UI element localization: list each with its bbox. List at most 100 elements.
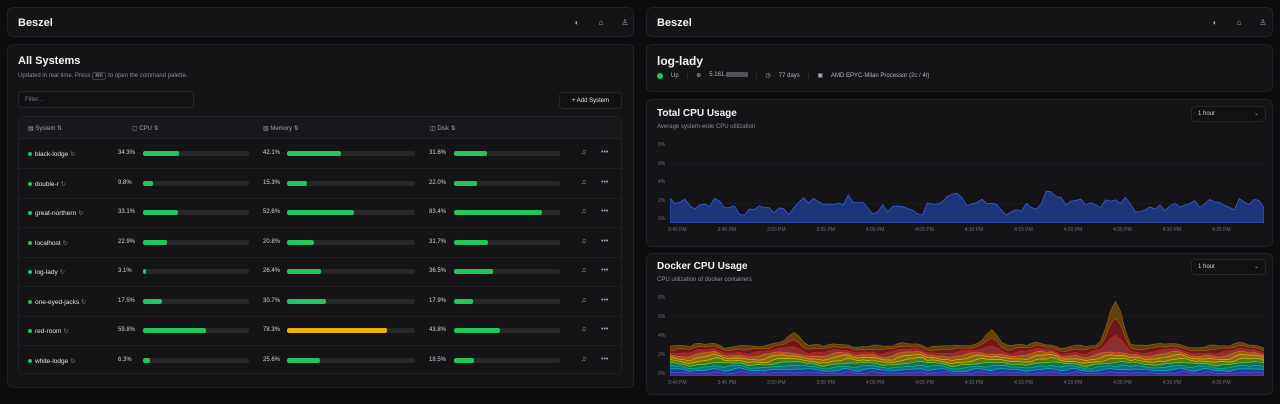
cpu-bar-fill <box>143 357 150 363</box>
system-meta: Up | ⊕ 5.161. | ◷ 77 days | ▣ AMD EPYC-M… <box>657 72 929 79</box>
bell-icon[interactable]: ♫ <box>581 149 586 156</box>
table-row[interactable]: great-northern ↻ 33.1% 52.6% 83.4% ♫ ••• <box>19 198 621 228</box>
memory-percent: 42.1% <box>263 150 281 156</box>
system-name-link[interactable]: great-northern ↻ <box>35 209 83 217</box>
system-name-link[interactable]: one-eyed-jacks ↻ <box>35 298 86 306</box>
table-row[interactable]: red-room ↻ 59.8% 78.3% 43.8% ♫ ••• <box>19 316 621 346</box>
more-menu-icon[interactable]: ••• <box>601 297 608 304</box>
col-disk[interactable]: ◫ Disk ⇅ <box>430 125 456 132</box>
docker-range-select[interactable]: 1 hour ⌄ <box>1191 259 1266 275</box>
system-name-link[interactable]: log-lady ↻ <box>35 268 65 276</box>
bell-icon[interactable]: ♫ <box>581 356 586 363</box>
disk-bar-fill <box>454 328 501 333</box>
table-row[interactable]: one-eyed-jacks ↻ 17.5% 30.7% 17.9% ♫ ••• <box>19 287 621 317</box>
memory-bar <box>287 210 415 215</box>
memory-bar-fill <box>287 180 307 186</box>
cpu-bar <box>143 269 249 274</box>
user-icon[interactable]: ♙ <box>1258 17 1268 27</box>
cpu-chart-plot <box>670 145 1264 223</box>
col-cpu[interactable]: ▢ CPU ⇅ <box>132 125 159 132</box>
x-tick-label: 3:40 PM <box>668 227 687 233</box>
docker-chart-subtitle: CPU utilization of docker containers <box>657 277 753 283</box>
cpu-range-value: 1 hour <box>1198 111 1216 117</box>
x-tick-label: 4:35 PM <box>1212 380 1231 386</box>
memory-bar <box>287 328 415 333</box>
memory-percent: 15.3% <box>263 179 281 186</box>
brand-logo-right[interactable]: Beszel <box>657 17 692 29</box>
more-menu-icon[interactable]: ••• <box>601 238 608 245</box>
bell-icon[interactable]: ♫ <box>581 238 586 245</box>
system-name-link[interactable]: red-room ↻ <box>35 327 69 335</box>
x-tick-label: 4:35 PM <box>1212 227 1231 233</box>
x-tick-label: 3:45 PM <box>717 380 737 386</box>
subtitle-text: Updated in real time. Press <box>18 73 91 79</box>
memory-bar-fill <box>287 328 388 333</box>
x-tick-label: 3:55 PM <box>816 227 835 233</box>
table-row[interactable]: localhost ↻ 22.9% 20.8% 31.7% ♫ ••• <box>19 228 621 258</box>
bell-icon[interactable]: ♫ <box>581 297 586 304</box>
bell-icon[interactable]: ♫ <box>581 208 586 215</box>
x-tick-label: 4:10 PM <box>964 380 984 386</box>
cpu-range-select[interactable]: 1 hour ⌄ <box>1191 106 1266 122</box>
bell-icon[interactable]: ♫ <box>581 326 586 333</box>
cpu-chart-subtitle: Average system-wide CPU utilization <box>657 124 756 130</box>
more-menu-icon[interactable]: ••• <box>601 149 608 156</box>
y-tick-label: 0% <box>658 216 666 222</box>
uptime-text: 77 days <box>778 72 800 79</box>
system-name-text: log-lady <box>35 269 58 276</box>
page-subtitle: Updated in real time. Press ⌘K to open t… <box>18 72 187 80</box>
brand-logo[interactable]: Beszel <box>18 17 53 29</box>
disk-bar <box>454 269 560 274</box>
table-row[interactable]: double-r ↻ 9.8% 15.3% 22.0% ♫ ••• <box>19 169 621 199</box>
globe-icon: ⊕ <box>696 73 702 79</box>
x-tick-label: 4:05 PM <box>915 380 934 386</box>
more-menu-icon[interactable]: ••• <box>601 267 608 274</box>
system-name-link[interactable]: white-lodge ↻ <box>35 357 76 365</box>
more-menu-icon[interactable]: ••• <box>601 356 608 363</box>
page-title: All Systems <box>18 55 81 67</box>
chevron-down-icon: ⌄ <box>1253 264 1259 270</box>
more-menu-icon[interactable]: ••• <box>601 208 608 215</box>
ip-text: 5.161. <box>709 72 726 79</box>
external-link-icon: ↻ <box>62 239 68 247</box>
system-info-card <box>646 44 1273 92</box>
add-system-button[interactable]: + Add System <box>559 92 622 109</box>
bell-icon[interactable]: ♫ <box>581 179 586 186</box>
separator: | <box>755 72 758 79</box>
cpu-percent: 6.3% <box>118 356 132 363</box>
disk-percent: 22.0% <box>429 179 447 186</box>
y-tick-label: 6% <box>658 160 666 167</box>
github-icon[interactable]: ⌂ <box>1234 17 1244 27</box>
system-name-link[interactable]: black-lodge ↻ <box>35 150 76 158</box>
disk-bar <box>454 151 560 156</box>
x-tick-label: 4:05 PM <box>915 227 934 233</box>
github-icon[interactable]: ⌂ <box>596 17 606 27</box>
filter-input[interactable]: Filter... <box>18 91 194 108</box>
memory-bar-fill <box>287 210 355 215</box>
table-row[interactable]: black-lodge ↻ 34.3% 42.1% 31.6% ♫ ••• <box>19 139 621 169</box>
theme-toggle-icon[interactable]: ◐ <box>572 17 582 27</box>
x-tick-label: 4:20 PM <box>1063 380 1083 386</box>
separator: | <box>807 72 810 79</box>
col-system[interactable]: ▤ System ⇅ <box>28 125 62 132</box>
memory-bar-fill <box>287 239 314 245</box>
theme-toggle-icon[interactable]: ◐ <box>1210 17 1220 27</box>
cpu-area-series <box>670 190 1264 223</box>
bell-icon[interactable]: ♫ <box>581 267 586 274</box>
table-row[interactable]: white-lodge ↻ 6.3% 25.6% 18.5% ♫ ••• <box>19 346 621 374</box>
more-menu-icon[interactable]: ••• <box>601 326 608 333</box>
memory-bar <box>287 357 415 363</box>
table-row[interactable]: log-lady ↻ 3.1% 26.4% 36.5% ♫ ••• <box>19 257 621 287</box>
status-text: Up <box>671 72 679 79</box>
system-name-link[interactable]: double-r ↻ <box>35 180 66 188</box>
more-menu-icon[interactable]: ••• <box>601 179 608 186</box>
status-dot <box>28 240 32 245</box>
user-icon[interactable]: ♙ <box>620 17 630 27</box>
col-memory[interactable]: ▥ Memory ⇅ <box>263 125 299 132</box>
y-tick-label: 6% <box>658 314 666 320</box>
status-dot <box>657 72 663 79</box>
cpu-bar-fill <box>143 298 162 304</box>
system-name-link[interactable]: localhost ↻ <box>35 239 68 247</box>
status-dot <box>28 211 32 215</box>
x-tick-label: 3:45 PM <box>717 227 737 233</box>
